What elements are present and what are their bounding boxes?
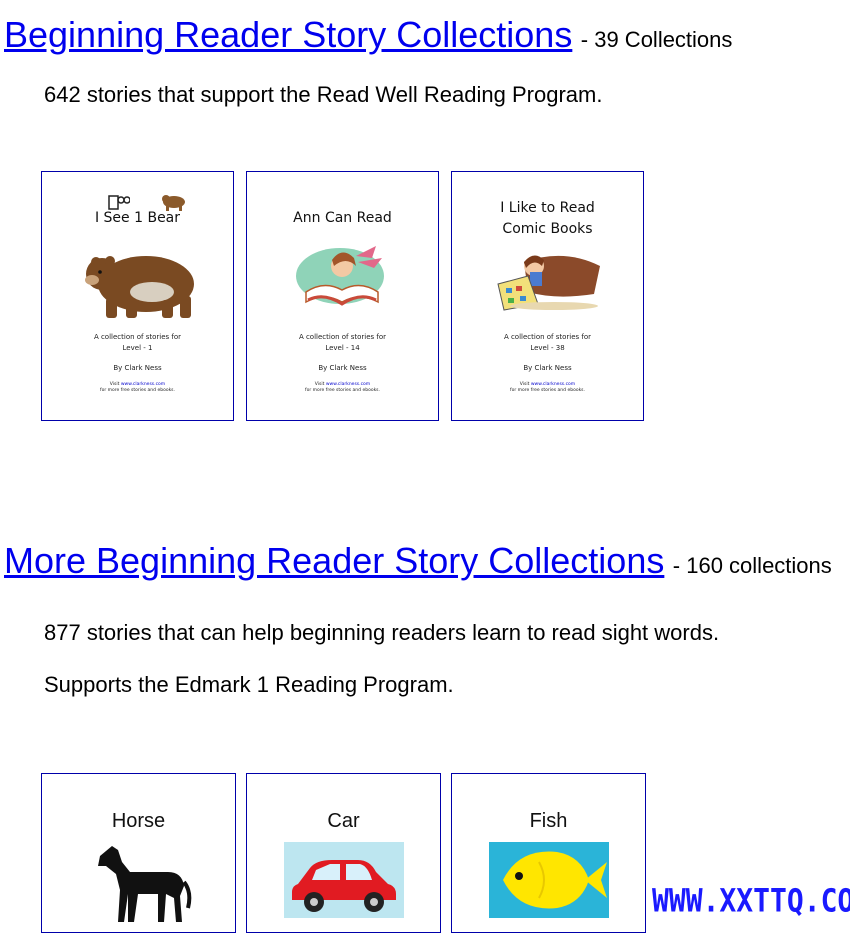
section-heading: More Beginning Reader Story Collections … (4, 540, 832, 582)
book-title-line1: I Like to Read (500, 200, 595, 216)
book-title: Car (327, 810, 360, 832)
book-title: I See 1 Bear (94, 210, 181, 226)
book-author: By Clark Ness (318, 364, 367, 372)
website-link[interactable]: www.clarkness.com (121, 382, 165, 387)
section-description-2: Supports the Edmark 1 Reading Program. (44, 672, 454, 697)
brown-bear-illustration (85, 256, 194, 318)
book-title: Horse (111, 810, 166, 832)
book-level: Level - 1 (122, 344, 153, 352)
yellow-fish-illustration (489, 842, 609, 918)
book-level: Level - 38 (530, 344, 565, 352)
book-visit-line-2: for more free stories and ebooks. (305, 388, 380, 393)
girl-reading-illustration (296, 246, 384, 306)
more-beginning-reader-collections-link[interactable]: More Beginning Reader Story Collections (4, 540, 664, 581)
book-title: Fish (529, 810, 568, 832)
section-description: 642 stories that support the Read Well R… (44, 82, 603, 107)
website-link[interactable]: www.clarkness.com (531, 382, 575, 387)
collection-count: - 160 collections (672, 553, 832, 578)
book-visit-line-2: for more free stories and ebooks. (100, 388, 175, 393)
red-car-illustration (284, 842, 404, 918)
book-subtitle: A collection of stories for (93, 333, 182, 341)
book-cover-i-see-1-bear[interactable]: I See 1 Bear A collection of stories for… (41, 171, 234, 421)
book-visit-line-2: for more free stories and ebooks. (510, 388, 585, 393)
website-link[interactable]: www.clarkness.com (326, 382, 370, 387)
section-heading: Beginning Reader Story Collections - 39 … (4, 14, 732, 56)
horse-illustration (98, 846, 192, 922)
book-subtitle: A collection of stories for (298, 333, 387, 341)
book-title-line2: Comic Books (502, 221, 593, 237)
book-cover-ann-can-read[interactable]: Ann Can Read A collection of stories for… (246, 171, 439, 421)
book-subtitle: A collection of stories for (503, 333, 592, 341)
watermark-text: WWW.XXTTQ.COM (652, 881, 850, 920)
collection-count: - 39 Collections (580, 27, 733, 52)
book-cover-i-like-to-read-comic-books[interactable]: I Like to Read Comic Books A collection … (451, 171, 644, 421)
book-cover-horse[interactable]: Horse (41, 773, 236, 933)
section-description-1: 877 stories that can help beginning read… (44, 620, 720, 645)
book-cover-car[interactable]: Car (246, 773, 441, 933)
beginning-reader-collections-link[interactable]: Beginning Reader Story Collections (4, 14, 572, 55)
book-author: By Clark Ness (113, 364, 162, 372)
book-author: By Clark Ness (523, 364, 572, 372)
book-title: Ann Can Read (293, 210, 392, 226)
boy-reading-comics-illustration (497, 255, 600, 311)
book-level: Level - 14 (325, 344, 360, 352)
book-cover-fish[interactable]: Fish (451, 773, 646, 933)
